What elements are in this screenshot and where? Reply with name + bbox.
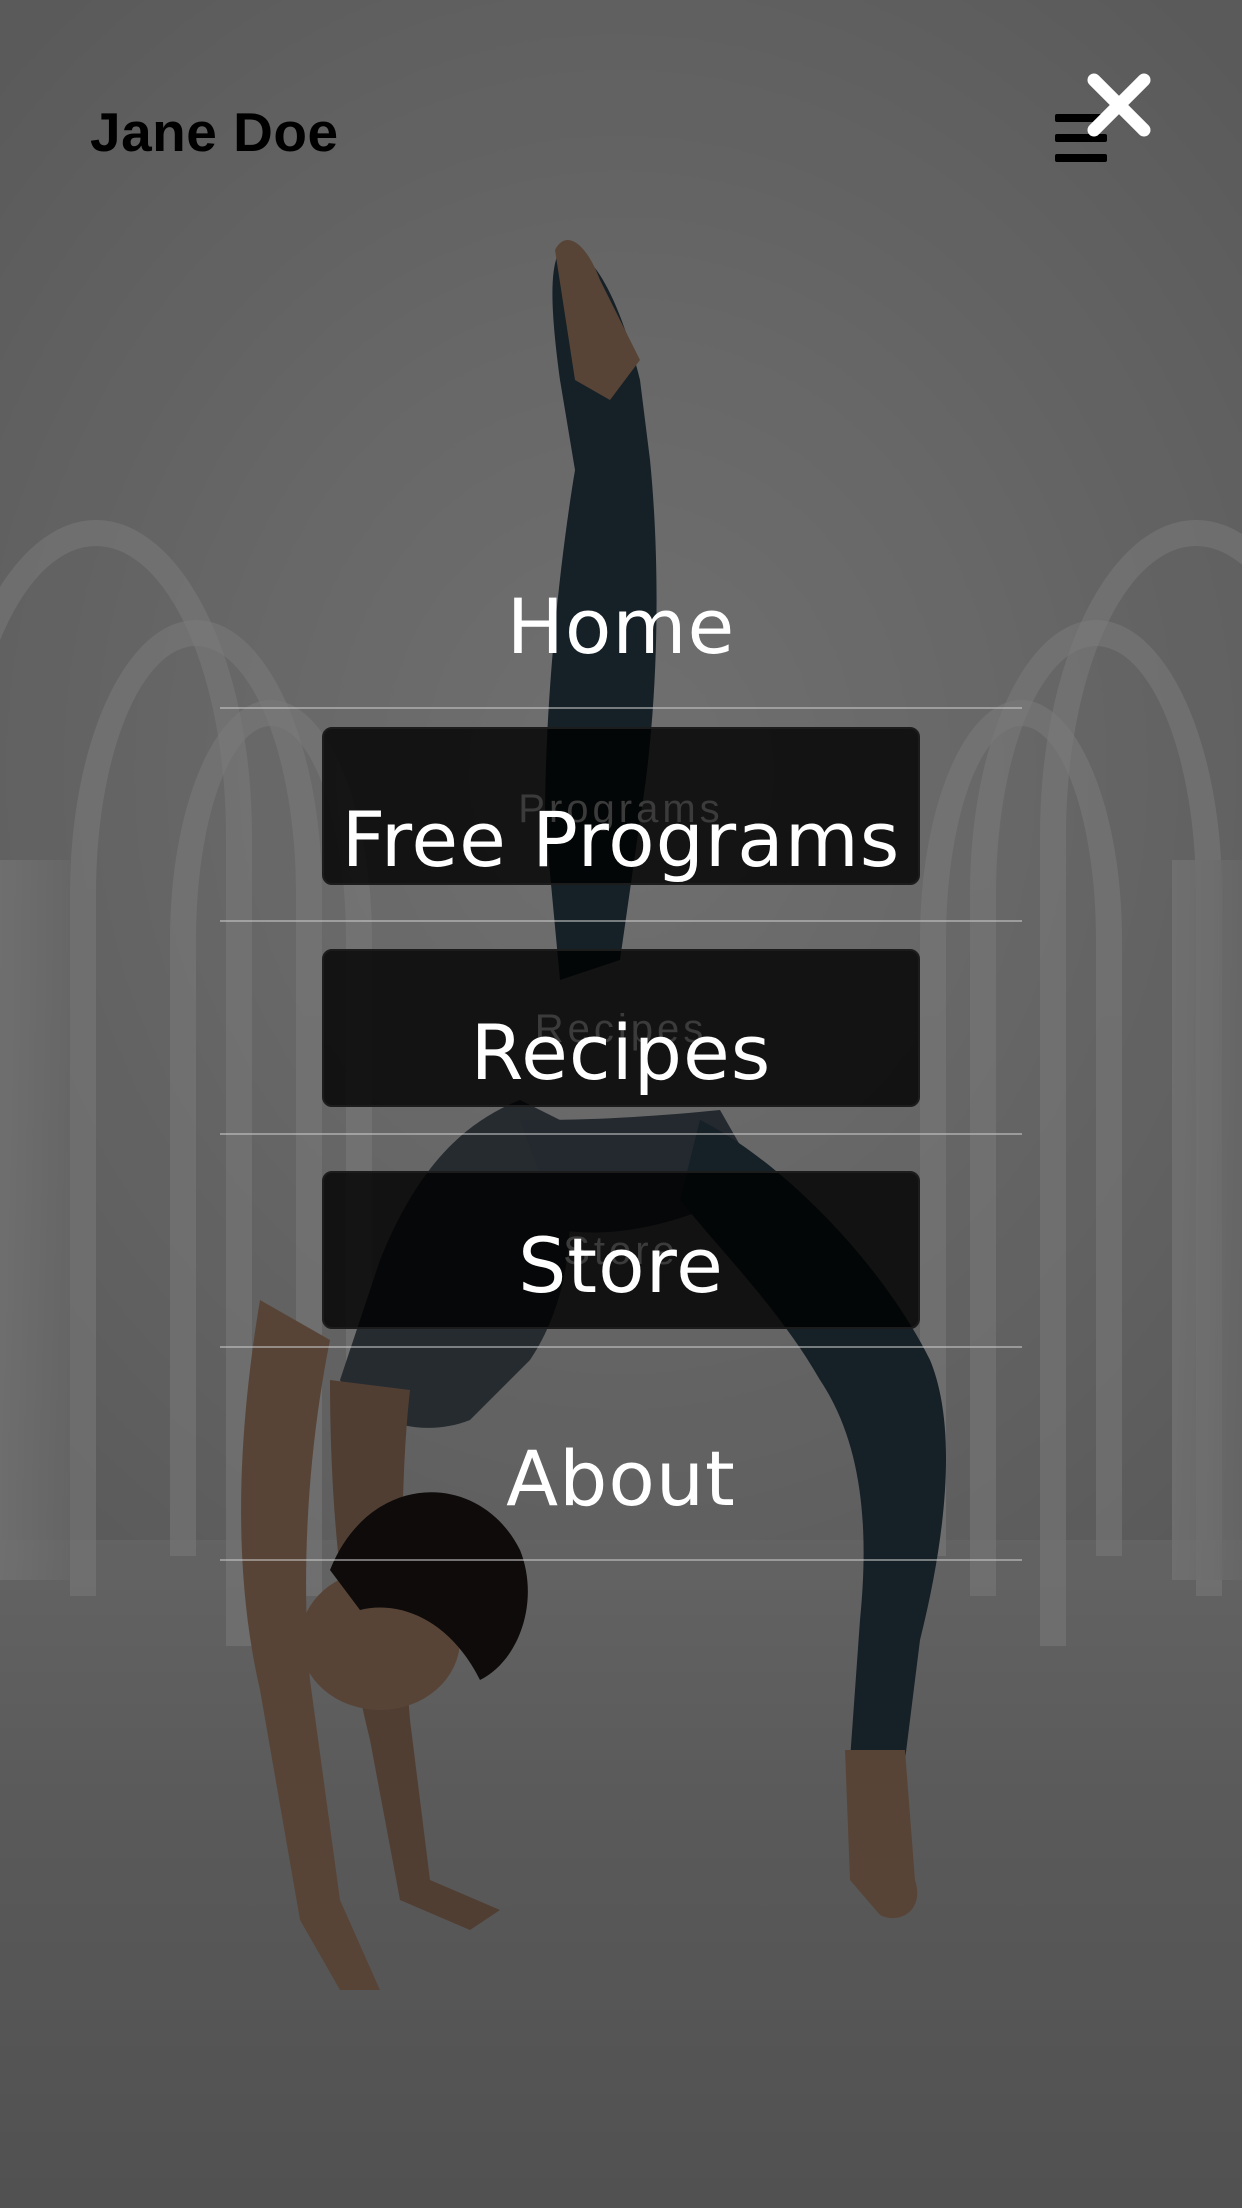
menu-item-recipes[interactable]: Recipes [220,1008,1022,1097]
close-icon[interactable] [1086,72,1152,138]
menu-item-free-programs[interactable]: Free Programs [220,795,1022,884]
menu-divider [220,920,1022,922]
menu-divider [220,1133,1022,1135]
brand-name[interactable]: Jane Doe [90,100,339,164]
menu-divider [220,1559,1022,1561]
menu-item-store[interactable]: Store [220,1221,1022,1310]
menu-divider [220,1346,1022,1348]
menu-item-about[interactable]: About [220,1434,1022,1523]
menu-divider [220,707,1022,709]
menu-item-home[interactable]: Home [220,582,1022,671]
